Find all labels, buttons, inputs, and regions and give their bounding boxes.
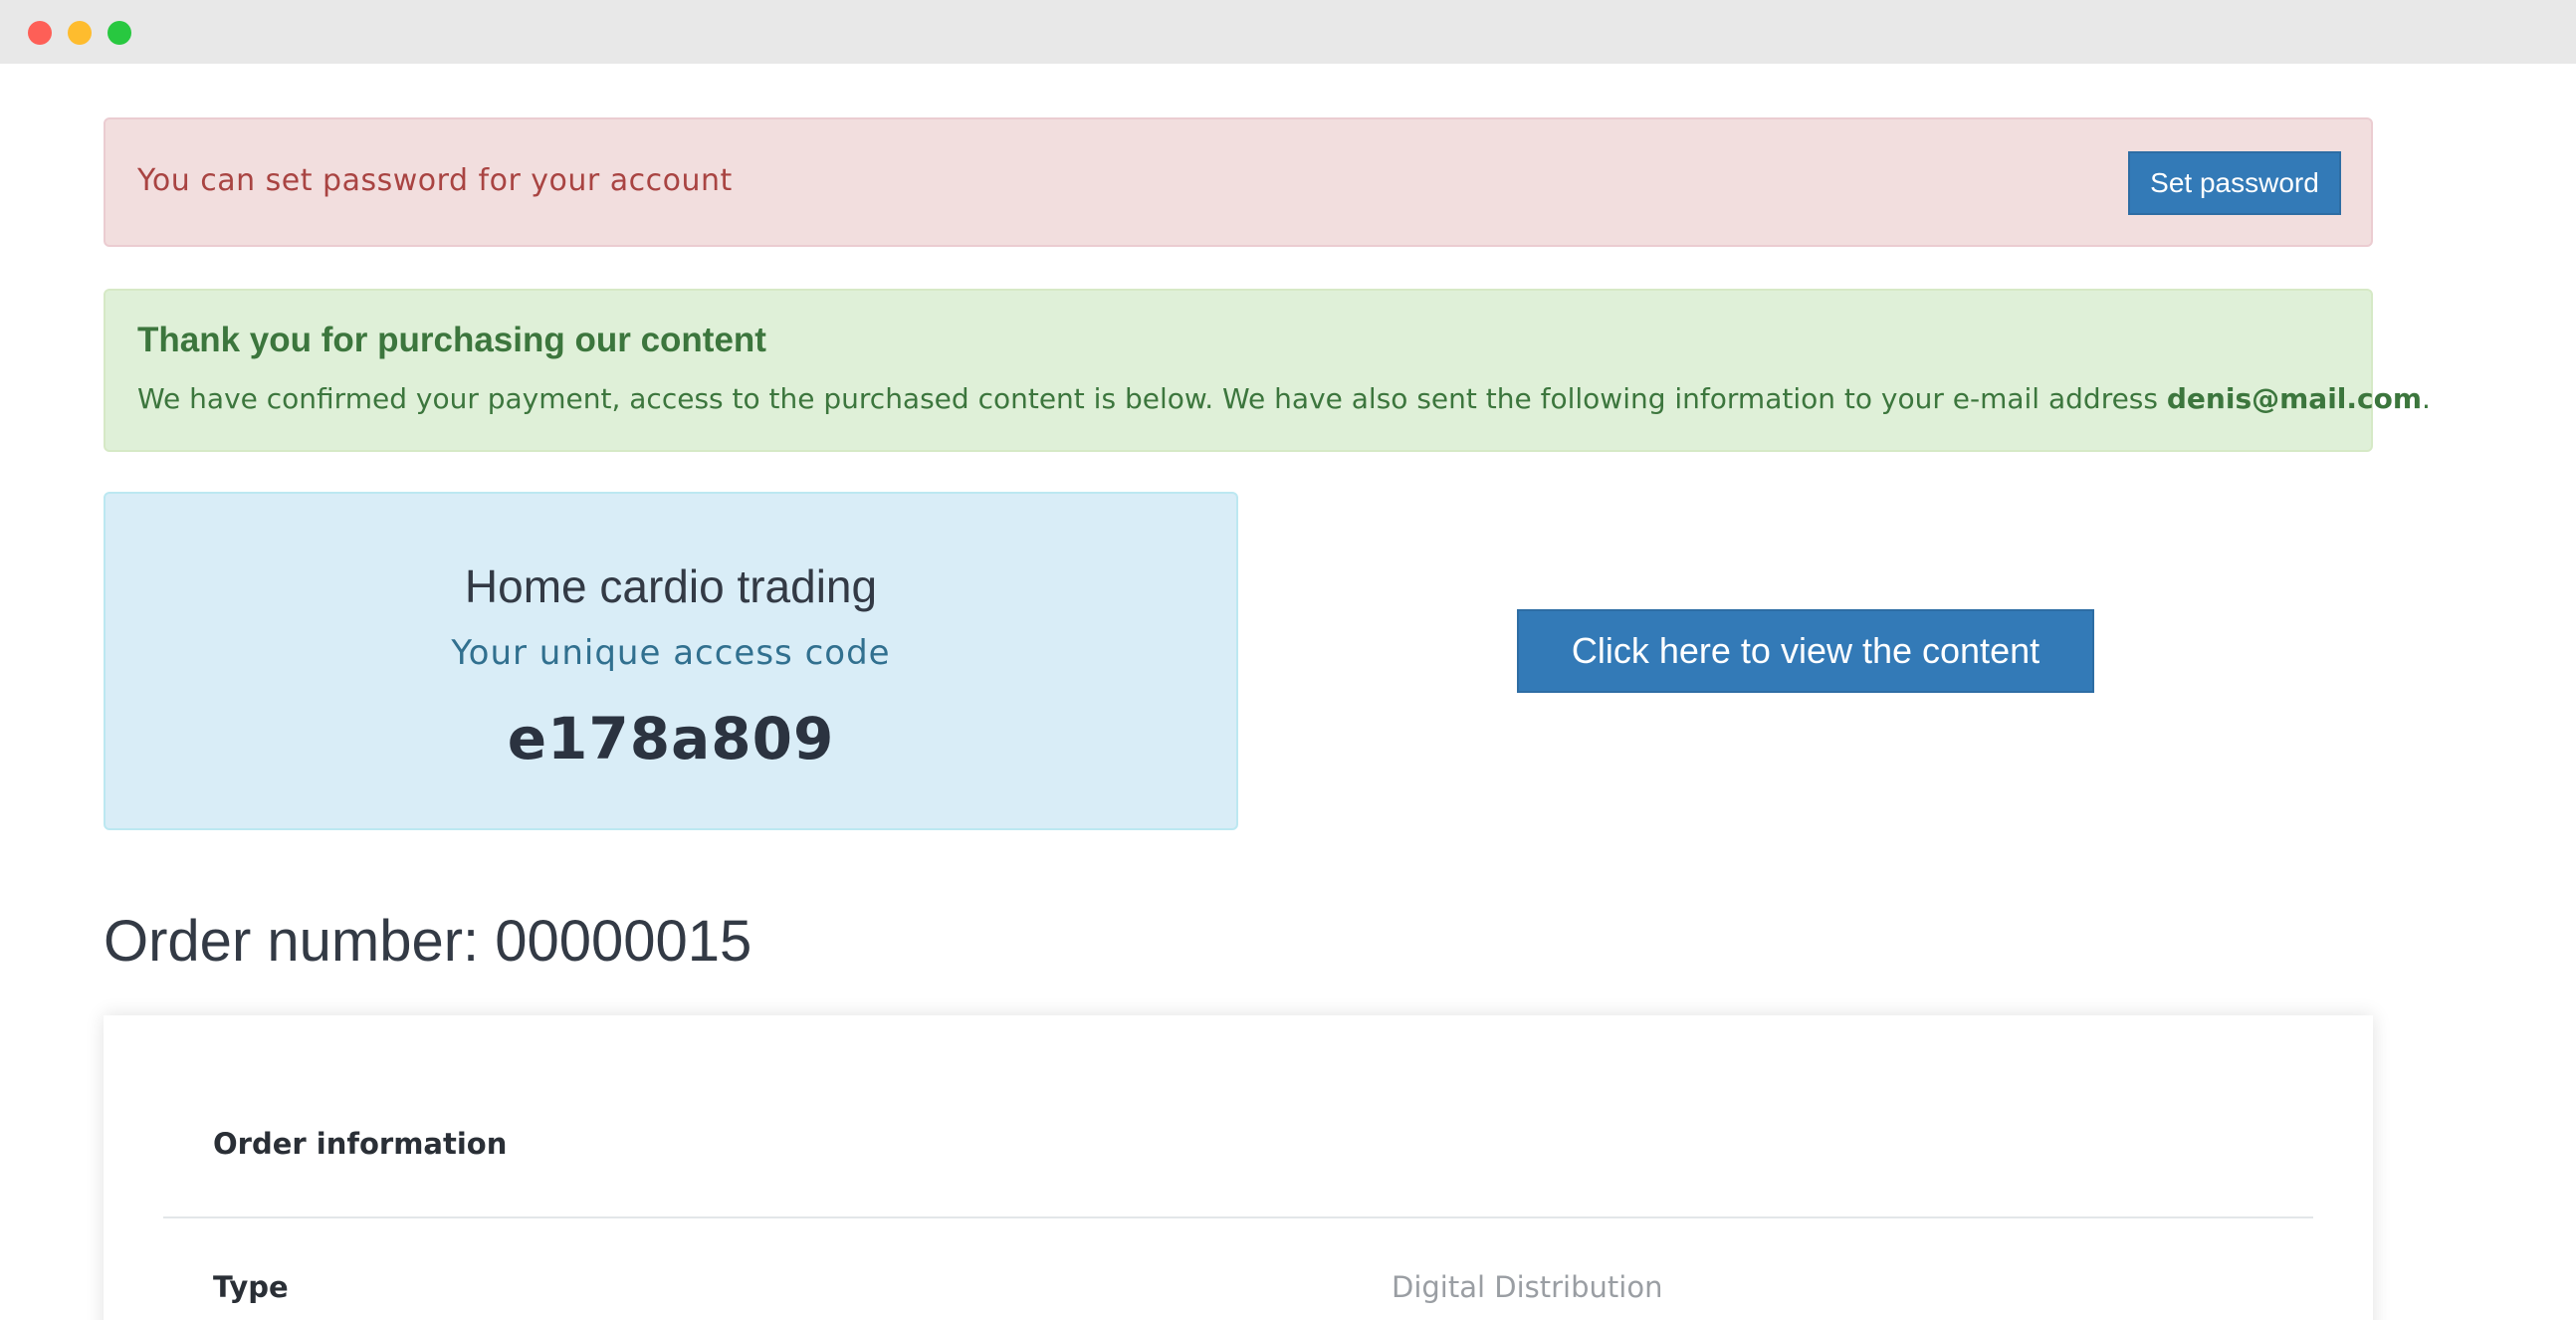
set-password-button[interactable]: Set password: [2128, 151, 2341, 215]
access-code-subtitle: Your unique access code: [451, 633, 891, 673]
browser-window: You can set password for your account Se…: [0, 0, 2576, 1320]
product-name: Home cardio trading: [464, 560, 878, 612]
purchase-success-alert: Thank you for purchasing our content We …: [104, 289, 2431, 452]
order-number-title: Order number: 00000015: [104, 909, 752, 974]
divider: [163, 1216, 2313, 1218]
success-message: We have confirmed your payment, access t…: [137, 382, 2431, 415]
success-message-text: We have confirmed your payment, access t…: [137, 382, 2167, 415]
success-message-suffix: .: [2422, 382, 2431, 415]
maximize-icon[interactable]: [107, 21, 131, 45]
order-type-value: Digital Distribution: [1392, 1270, 1663, 1304]
access-code-panel: Home cardio trading Your unique access c…: [104, 492, 1238, 830]
order-info-panel: Order information Type Digital Distribut…: [104, 1015, 2373, 1320]
success-heading: Thank you for purchasing our content: [137, 321, 766, 359]
view-content-button[interactable]: Click here to view the content: [1517, 609, 2094, 693]
set-password-alert: You can set password for your account Se…: [104, 117, 2373, 247]
set-password-message: You can set password for your account: [137, 163, 733, 198]
order-type-label: Type: [213, 1270, 289, 1304]
access-code: e178a809: [507, 705, 835, 772]
order-info-heading: Order information: [213, 1127, 508, 1161]
customer-email: denis@mail.com: [2166, 382, 2423, 415]
minimize-icon[interactable]: [68, 21, 92, 45]
window-titlebar: [0, 0, 2576, 64]
close-icon[interactable]: [28, 21, 52, 45]
